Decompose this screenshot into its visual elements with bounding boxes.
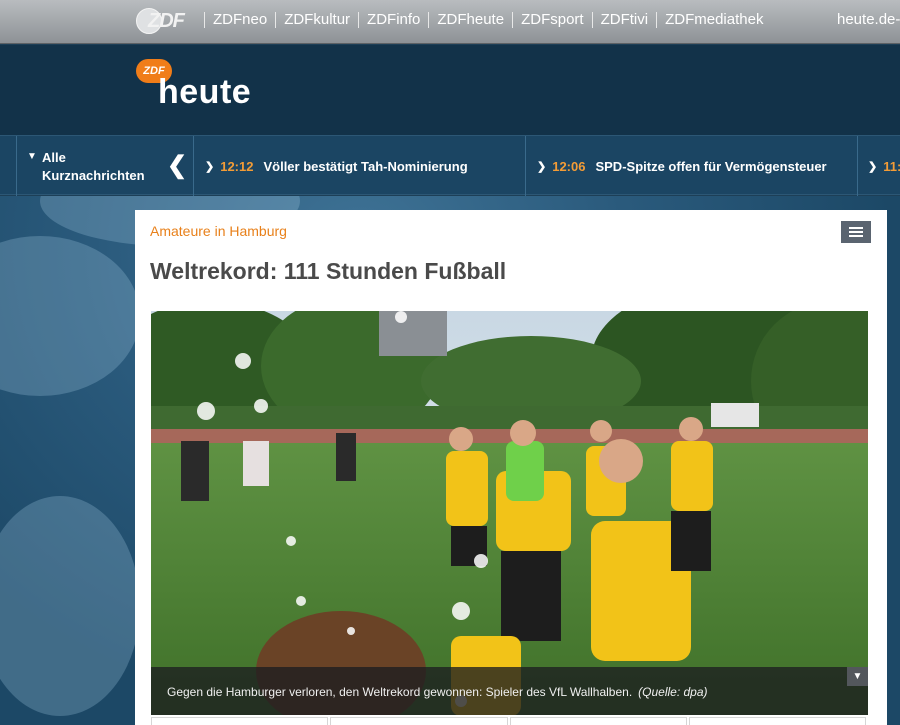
map-decoration: [0, 236, 140, 396]
article-card: Amateure in Hamburg Weltrekord: 111 Stun…: [135, 210, 887, 725]
site-header: ZDF heute: [0, 45, 900, 135]
heute-logo[interactable]: ZDF heute: [136, 59, 286, 119]
ticker-item[interactable]: ❯ 12:12 Völler bestätigt Tah-Nominierung: [205, 136, 468, 196]
divider: [428, 11, 430, 28]
divider: [591, 11, 593, 28]
network-links: ZDFneo ZDFkultur ZDFinfo ZDFheute ZDFspo…: [196, 11, 763, 28]
ticker-item[interactable]: ❯ 11:: [868, 136, 900, 196]
network-link-zdfkultur[interactable]: ZDFkultur: [284, 11, 350, 28]
list-icon[interactable]: [841, 221, 871, 243]
chevron-right-icon: ❯: [868, 160, 878, 173]
chevron-down-icon[interactable]: ▼: [847, 667, 868, 686]
network-link-zdfinfo[interactable]: ZDFinfo: [367, 11, 420, 28]
ticker-text: SPD-Spitze offen für Vermögensteuer: [595, 158, 827, 174]
content-tab[interactable]: [688, 717, 866, 725]
network-link-zdftivi[interactable]: ZDFtivi: [601, 11, 649, 28]
chevron-left-icon[interactable]: ❮: [167, 151, 187, 180]
ticker-time: 11:: [883, 158, 900, 174]
photo-caption-bar: Gegen die Hamburger verloren, den Weltre…: [151, 667, 868, 715]
chevron-down-icon: ▼: [27, 151, 37, 162]
divider: [525, 136, 526, 196]
article-kicker[interactable]: Amateure in Hamburg: [150, 223, 287, 239]
article-photo[interactable]: [151, 311, 868, 715]
all-short-news-label-2: Kurznachrichten: [42, 168, 145, 183]
content-tab[interactable]: [330, 717, 508, 725]
heute-logo-word: heute: [158, 73, 252, 111]
ticker-time: 12:12: [220, 158, 254, 174]
network-link-heute-de[interactable]: heute.de-: [837, 11, 900, 28]
article-headline: Weltrekord: 111 Stunden Fußball: [150, 258, 507, 284]
photo-illustration: [151, 311, 868, 715]
ticker-text: Völler bestätigt Tah-Nominierung: [263, 158, 468, 174]
content-tab[interactable]: [509, 717, 687, 725]
zdf-logo[interactable]: ZDF: [136, 6, 188, 34]
content-tab[interactable]: [151, 717, 329, 725]
list-icon-glyph: [849, 227, 863, 237]
divider: [512, 11, 514, 28]
all-short-news-button[interactable]: ▼ Alle Kurznachrichten ❮: [16, 136, 194, 196]
content-tabs-strip: [151, 717, 868, 725]
chevron-right-icon: ❯: [537, 160, 547, 173]
divider: [204, 11, 205, 28]
network-link-zdfneo[interactable]: ZDFneo: [213, 11, 267, 28]
map-decoration: [0, 496, 140, 716]
news-ticker: ▼ Alle Kurznachrichten ❮ ❯ 12:12 Völler …: [0, 135, 900, 196]
ticker-time: 12:06: [552, 158, 586, 174]
network-link-zdfmediathek[interactable]: ZDFmediathek: [665, 11, 763, 28]
divider: [857, 136, 858, 196]
divider: [656, 11, 658, 28]
divider: [275, 11, 277, 28]
all-short-news-label-1: Alle: [42, 150, 66, 165]
caption-source: (Quelle: dpa): [638, 685, 708, 699]
network-link-zdfsport[interactable]: ZDFsport: [521, 11, 584, 28]
zdf-logo-text: ZDF: [148, 10, 185, 32]
divider: [358, 11, 360, 28]
photo-caption: Gegen die Hamburger verloren, den Weltre…: [167, 685, 708, 699]
caption-text: Gegen die Hamburger verloren, den Weltre…: [167, 685, 633, 699]
chevron-right-icon: ❯: [205, 160, 215, 173]
network-link-zdfheute[interactable]: ZDFheute: [437, 11, 504, 28]
ticker-item[interactable]: ❯ 12:06 SPD-Spitze offen für Vermögenste…: [537, 136, 827, 196]
network-bar: ZDF ZDFneo ZDFkultur ZDFinfo ZDFheute ZD…: [0, 0, 900, 44]
